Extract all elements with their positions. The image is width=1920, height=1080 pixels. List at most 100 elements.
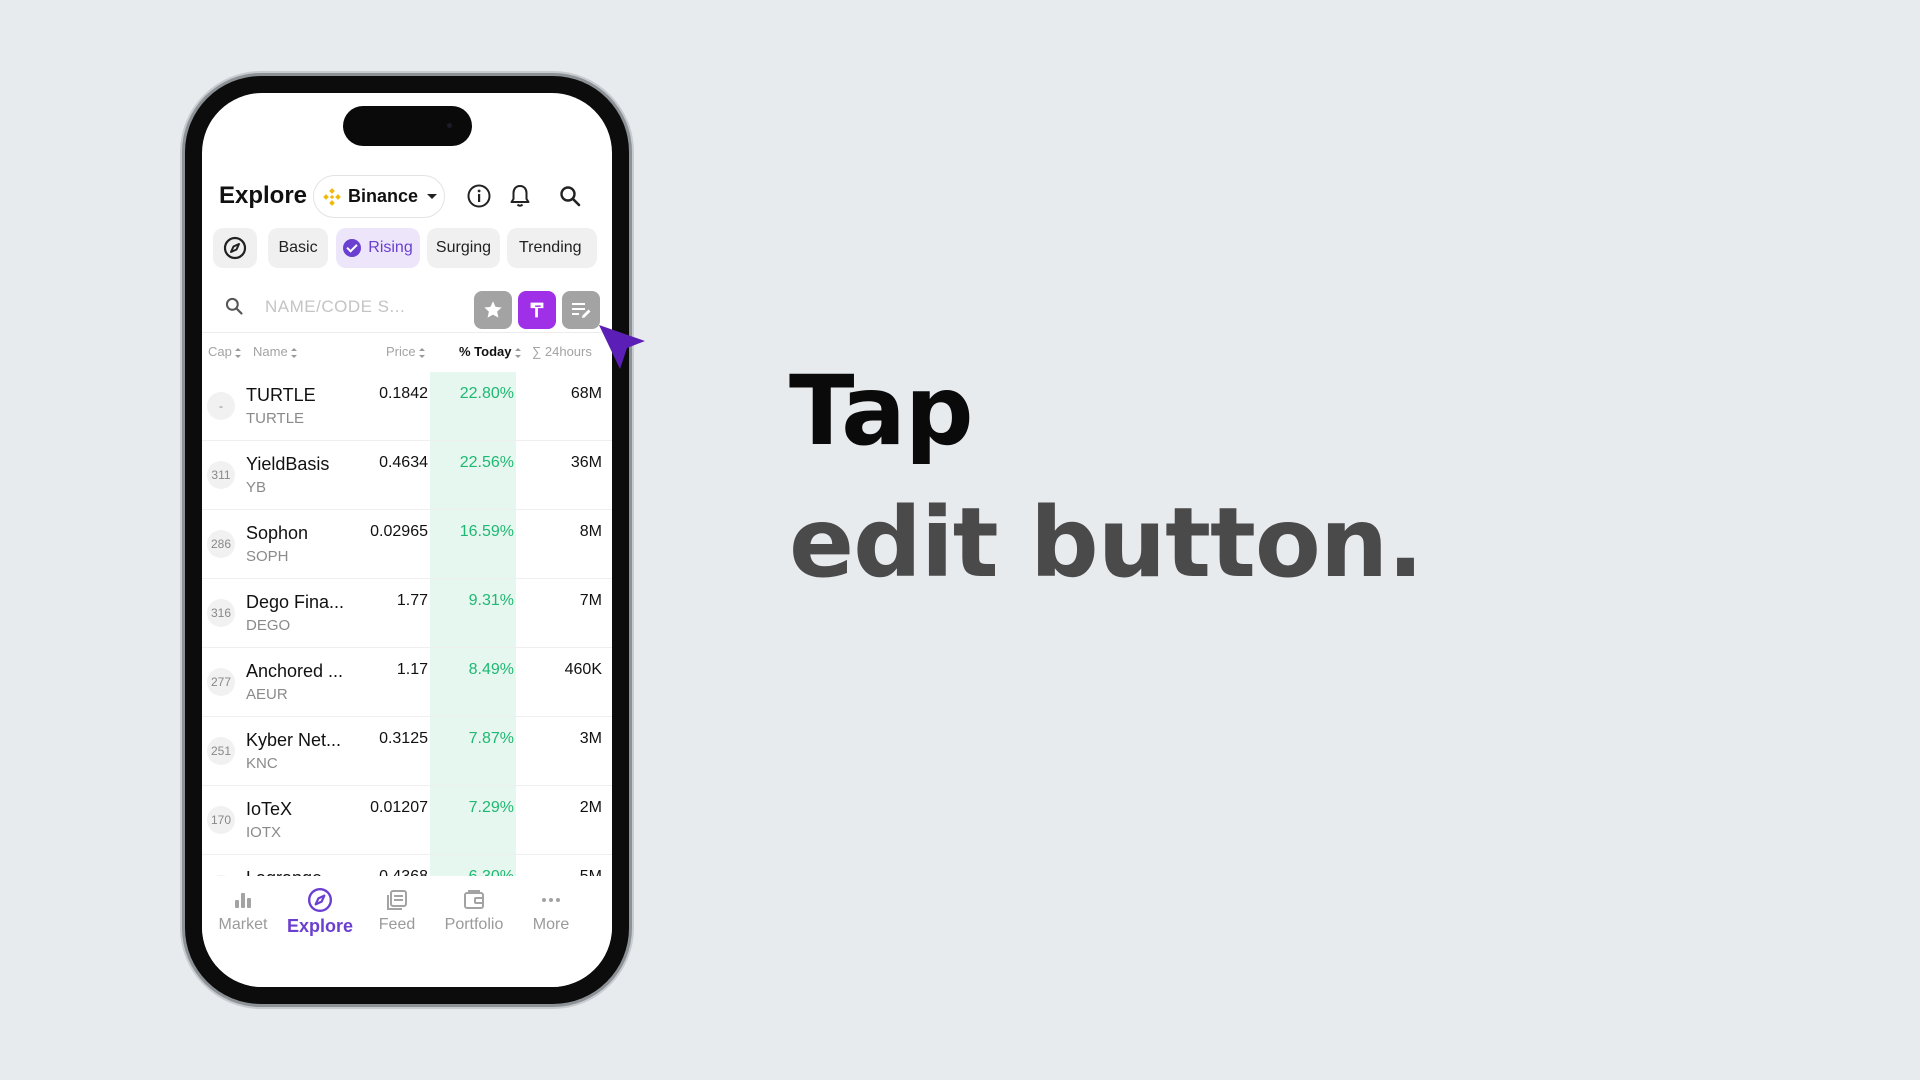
search-icon: [560, 186, 581, 207]
caption-line2: edit button.: [789, 487, 1424, 599]
feed-icon: [387, 890, 407, 910]
rank-badge: 251: [207, 737, 235, 765]
nav-portfolio[interactable]: Portfolio: [436, 886, 512, 934]
coin-price: 0.02965: [370, 523, 428, 540]
coin-name: Dego Fina...: [246, 592, 345, 612]
page-title: Explore: [219, 182, 308, 209]
coin-price: 0.4634: [379, 454, 428, 471]
filter-chips: Basic Rising Surging Trending: [213, 228, 612, 268]
table-header: Cap Name Price % Today ∑ 24hours: [202, 337, 612, 365]
table-row[interactable]: - TURTLE TURTLE 0.1842 22.80% 68M: [202, 372, 612, 441]
rank-badge: 311: [207, 461, 235, 489]
pointer-cursor-icon: [599, 325, 645, 369]
table-row[interactable]: Lagrange 0.4368 6.30% 5M: [202, 855, 612, 876]
dynamic-island: [343, 106, 472, 146]
coin-price: 0.01207: [370, 799, 428, 816]
coin-name: Sophon: [246, 523, 309, 543]
coin-volume-24h: 36M: [570, 454, 602, 471]
sort-today[interactable]: % Today: [459, 344, 521, 359]
bar-chart-icon: [235, 893, 251, 908]
coin-name: IoTeX: [246, 799, 293, 819]
edit-button[interactable]: [562, 291, 600, 329]
coin-price: 0.1842: [379, 385, 428, 402]
binance-logo-icon: [323, 187, 341, 206]
notifications-button[interactable]: [505, 181, 535, 211]
phone-frame: Explore Binance Basic Rising Surging Tre…: [185, 76, 629, 1004]
nav-market-label: Market: [218, 916, 268, 933]
nav-more[interactable]: More: [513, 886, 589, 934]
sort-icon: [418, 347, 425, 358]
col-24hours-label: ∑ 24hours: [532, 344, 592, 359]
chip-trending-label: Trending: [519, 239, 582, 256]
coin-volume-24h: 7M: [579, 592, 602, 609]
coin-change-today: 7.29%: [468, 799, 514, 816]
nav-more-label: More: [532, 916, 570, 933]
table-row[interactable]: 311 YieldBasis YB 0.4634 22.56% 36M: [202, 441, 612, 510]
coin-change-today: 6.30%: [469, 868, 514, 876]
coin-change-today: 22.56%: [459, 454, 514, 471]
bell-icon: [510, 185, 530, 207]
sort-icon: [514, 347, 521, 358]
coin-name: Kyber Net...: [246, 730, 342, 750]
wallet-icon: [464, 890, 484, 909]
coin-volume-24h: 8M: [579, 523, 602, 540]
coin-price: 0.4368: [379, 868, 428, 876]
coin-volume-24h: 460K: [564, 661, 602, 678]
coin-volume-24h: 5M: [580, 868, 602, 876]
nav-feed-label: Feed: [378, 916, 416, 933]
search-icon: [225, 297, 243, 315]
brand-button[interactable]: [518, 291, 556, 329]
table-row[interactable]: 286 Sophon SOPH 0.02965 16.59% 8M: [202, 510, 612, 579]
col-cap-label: Cap: [208, 344, 232, 359]
coin-list: - TURTLE TURTLE 0.1842 22.80% 68M 311 YieldBasi…: [202, 372, 612, 876]
coin-symbol: AEUR: [246, 686, 288, 703]
coin-symbol: YB: [246, 479, 267, 496]
discover-filter-button[interactable]: [213, 228, 257, 268]
chip-surging[interactable]: Surging: [427, 228, 500, 268]
chip-basic-label: Basic: [278, 239, 318, 256]
phone-screen: Explore Binance Basic Rising Surging Tre…: [202, 93, 612, 987]
chip-basic[interactable]: Basic: [268, 228, 328, 268]
coin-change-today: 9.31%: [468, 592, 514, 609]
bottom-nav: Market Explore Feed Portfolio More: [202, 876, 612, 987]
table-row[interactable]: 170 IoTeX IOTX 0.01207 7.29% 2M: [202, 786, 612, 855]
search-button[interactable]: [555, 181, 585, 211]
coin-volume-24h: 68M: [570, 385, 602, 402]
table-row[interactable]: 316 Dego Fina... DEGO 1.77 9.31% 7M: [202, 579, 612, 648]
coin-symbol: SOPH: [246, 548, 289, 565]
sort-icon: [290, 347, 297, 358]
compass-icon: [307, 887, 333, 913]
coin-symbol: DEGO: [246, 617, 291, 634]
edit-list-icon: [572, 303, 591, 318]
coin-name: TURTLE: [246, 385, 316, 405]
rank-badge: 277: [207, 668, 235, 696]
chip-trending[interactable]: Trending: [507, 228, 597, 268]
chip-rising[interactable]: Rising: [336, 228, 420, 268]
nav-portfolio-label: Portfolio: [444, 916, 504, 933]
coin-name: Lagrange: [246, 868, 322, 876]
sort-name[interactable]: Name: [253, 344, 297, 359]
coin-symbol: KNC: [246, 755, 278, 772]
sort-24hours[interactable]: ∑ 24hours: [532, 344, 592, 359]
favorites-button[interactable]: [474, 291, 512, 329]
star-icon: [484, 301, 502, 318]
info-button[interactable]: [464, 181, 494, 211]
nav-feed[interactable]: Feed: [359, 886, 435, 934]
nav-explore[interactable]: Explore: [282, 886, 358, 937]
sort-price[interactable]: Price: [386, 344, 425, 359]
exchange-selector[interactable]: Binance: [313, 175, 445, 218]
coin-name: Anchored ...: [246, 661, 344, 681]
table-row[interactable]: 277 Anchored ... AEUR 1.17 8.49% 460K: [202, 648, 612, 717]
search-input[interactable]: [265, 293, 415, 321]
table-row[interactable]: 251 Kyber Net... KNC 0.3125 7.87% 3M: [202, 717, 612, 786]
sort-cap[interactable]: Cap: [208, 344, 241, 359]
col-name-label: Name: [253, 344, 288, 359]
caption-line1: Tap: [789, 355, 974, 467]
nav-market[interactable]: Market: [205, 886, 281, 934]
coin-volume-24h: 2M: [579, 799, 602, 816]
exchange-name: Binance: [348, 186, 419, 206]
coin-change-today: 8.49%: [468, 661, 514, 678]
nav-explore-label: Explore: [286, 916, 354, 936]
coin-volume-24h: 3M: [579, 730, 602, 747]
info-icon: [467, 184, 491, 208]
